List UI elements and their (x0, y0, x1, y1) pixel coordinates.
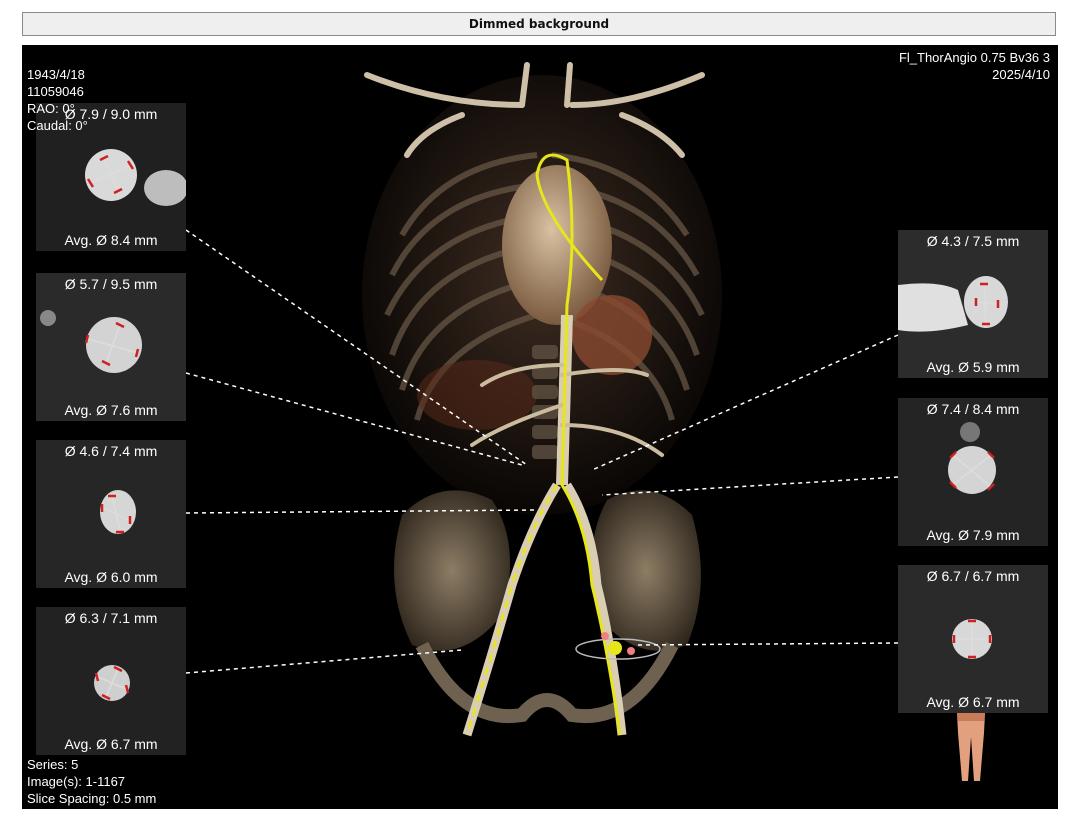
study-date: 2025/4/10 (992, 67, 1050, 82)
series-description: Fl_ThorAngio 0.75 Bv36 3 (898, 50, 1050, 65)
panel-average: Avg. Ø 6.0 mm (64, 569, 158, 585)
body-orientation-icon[interactable] (954, 713, 988, 783)
image-range: Image(s): 1-1167 (27, 774, 126, 789)
patient-id: 11059046 (27, 84, 84, 99)
cross-section-panel-left-2[interactable]: Ø 5.7 / 9.5 mm Avg. Ø 7.6 mm (36, 273, 186, 421)
window-title-bar: Dimmed background (22, 12, 1056, 36)
panel-average: Avg. Ø 5.9 mm (926, 359, 1020, 375)
marker-pink-1 (601, 632, 609, 640)
centerline-marker (608, 641, 622, 655)
panel-diameters: Ø 6.3 / 7.1 mm (64, 610, 158, 626)
angle-rao: RAO: 0° (27, 101, 75, 116)
window-title: Dimmed background (468, 17, 610, 31)
angle-caudal: Caudal: 0° (27, 118, 88, 133)
slice-spacing: Slice Spacing: 0.5 mm (27, 791, 157, 806)
panel-average: Avg. Ø 7.6 mm (64, 402, 158, 418)
series-number: Series: 5 (27, 757, 79, 772)
heart-ventricle (572, 295, 652, 375)
marker-pink-2 (627, 647, 635, 655)
panel-average: Avg. Ø 7.9 mm (926, 527, 1020, 543)
pelvis-left (394, 490, 510, 651)
panel-diameters: Ø 4.3 / 7.5 mm (926, 233, 1020, 249)
panel-average: Avg. Ø 6.7 mm (926, 694, 1020, 710)
panel-average: Avg. Ø 8.4 mm (64, 232, 158, 248)
pelvis-lower (415, 641, 679, 724)
study-info-overlay: Fl_ThorAngio 0.75 Bv36 3 2025/4/10 (899, 49, 1050, 83)
cross-section-panel-left-4[interactable]: Ø 6.3 / 7.1 mm Avg. Ø 6.7 mm (36, 607, 186, 755)
series-info-overlay: Series: 5 Image(s): 1-1167 Slice Spacing… (27, 756, 156, 807)
panel-diameters: Ø 5.7 / 9.5 mm (64, 276, 158, 292)
cross-section-panel-right-2[interactable]: Ø 7.4 / 8.4 mm Avg. Ø 7.9 mm (898, 398, 1048, 546)
patient-info-overlay: 1943/4/18 11059046 RAO: 0° Caudal: 0° (27, 66, 88, 134)
panel-average: Avg. Ø 6.7 mm (64, 736, 158, 752)
cross-section-panel-right-3[interactable]: Ø 6.7 / 6.7 mm Avg. Ø 6.7 mm (898, 565, 1048, 713)
angiography-viewport[interactable]: Ø 7.9 / 9.0 mm Avg. Ø 8.4 mm Ø 5.7 / 9.5… (22, 45, 1058, 809)
patient-birthdate: 1943/4/18 (27, 67, 85, 82)
panel-diameters: Ø 6.7 / 6.7 mm (926, 568, 1020, 584)
panel-diameters: Ø 4.6 / 7.4 mm (64, 443, 158, 459)
panel-diameters: Ø 7.4 / 8.4 mm (926, 401, 1020, 417)
cross-section-panel-right-1[interactable]: Ø 4.3 / 7.5 mm Avg. Ø 5.9 mm (898, 230, 1048, 378)
cross-section-panel-left-3[interactable]: Ø 4.6 / 7.4 mm Avg. Ø 6.0 mm (36, 440, 186, 588)
leader-left-4 (185, 649, 463, 674)
